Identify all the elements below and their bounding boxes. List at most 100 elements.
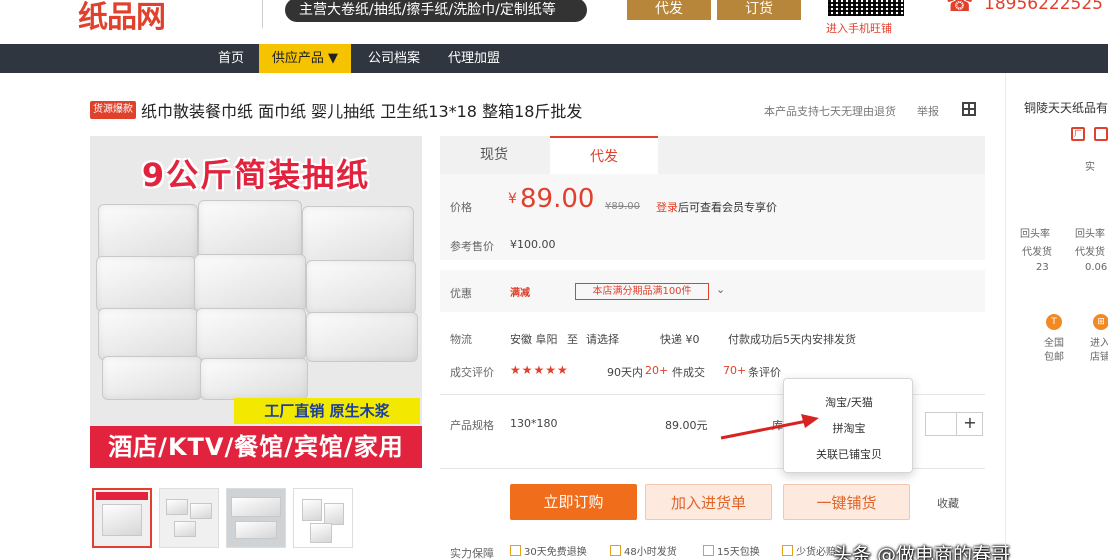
- original-price: ¥89.00: [605, 201, 640, 212]
- add-to-cart-button[interactable]: 加入进货单: [645, 484, 772, 520]
- nav-item-products[interactable]: 供应产品 ▼: [259, 44, 351, 73]
- thumbnail-pack: [174, 521, 196, 537]
- spec-size[interactable]: 130*180: [510, 417, 558, 430]
- promo-label: 优惠: [450, 287, 472, 300]
- enter-store-sub: 店铺: [1090, 352, 1108, 363]
- tissue-pack: [96, 256, 196, 312]
- tissue-pack: [302, 206, 414, 266]
- tissue-pack: [200, 358, 308, 400]
- one-click-distribute-button[interactable]: 一键铺货: [783, 484, 910, 520]
- menu-item-taobao-tmall[interactable]: 淘宝/天猫: [784, 394, 914, 410]
- phone-number: 18956222525: [984, 0, 1103, 14]
- stat-sub: 代发货: [1075, 247, 1105, 258]
- sold-count: 20+: [645, 364, 669, 377]
- product-title: 纸巾散装餐巾纸 面巾纸 婴儿抽纸 卫生纸13*18 整箱18斤批发: [141, 102, 583, 121]
- ship-to-select[interactable]: 请选择: [586, 331, 619, 347]
- chevron-down-icon[interactable]: ⌄: [716, 283, 725, 296]
- store-logo[interactable]: 纸品网: [78, 0, 166, 36]
- tab-dropship[interactable]: 代发: [550, 136, 658, 174]
- thumbnail[interactable]: [92, 488, 152, 548]
- grid-icon[interactable]: [962, 102, 976, 116]
- shipping-label: 物流: [450, 333, 472, 346]
- sold-unit: 件成交: [672, 366, 705, 379]
- vip-price-text: 后可查看会员专享价: [678, 201, 777, 214]
- price-value: 89.00: [520, 184, 595, 214]
- verified-label: 实: [1085, 162, 1095, 173]
- thumbnail-pack: [324, 503, 344, 525]
- spec-unit-price: 89.00元: [665, 419, 708, 432]
- price-label: 价格: [450, 201, 472, 214]
- thumbnail-pack: [302, 499, 322, 521]
- dropship-header-button[interactable]: 代发: [627, 0, 711, 20]
- reference-price-value: ¥100.00: [510, 238, 556, 251]
- review-unit: 条评价: [748, 366, 781, 379]
- reviews-label: 成交评价: [450, 366, 494, 379]
- thumbnail[interactable]: [293, 488, 353, 548]
- free-shipping-icon: T: [1046, 314, 1062, 330]
- stat-sub: 代发货: [1022, 247, 1052, 258]
- hot-badge: 货源爆款: [90, 101, 136, 119]
- service-label: 全国: [1044, 338, 1064, 349]
- guarantee-icon: [703, 545, 714, 556]
- spec-label: 产品规格: [450, 419, 494, 432]
- thumbnail-pack: [166, 499, 188, 515]
- thumbnail-pack: [102, 504, 142, 536]
- quantity-plus-button[interactable]: +: [956, 412, 983, 436]
- tissue-pack: [306, 312, 418, 362]
- watermark: 头条 @做电商的春哥: [833, 544, 1011, 560]
- ship-to-label: 至: [567, 333, 578, 346]
- mobile-store-link[interactable]: 进入手机旺铺: [826, 20, 892, 36]
- enter-store-icon[interactable]: ⊞: [1093, 314, 1108, 330]
- menu-item-linked[interactable]: 关联已铺宝贝: [784, 446, 914, 462]
- guarantee-item: 48小时发货: [610, 543, 677, 558]
- thumbnail-banner: [96, 492, 148, 500]
- main-nav: 首页 供应产品 ▼ 公司档案 代理加盟: [0, 44, 1108, 73]
- guarantee-item: 少货必赔: [782, 543, 836, 558]
- thumbnail-pack: [310, 523, 332, 543]
- price-symbol: ¥: [508, 191, 517, 207]
- guarantee-icon: [782, 545, 793, 556]
- tab-stock[interactable]: 现货: [440, 136, 548, 174]
- factory-badge-icon: 厂: [1071, 127, 1085, 141]
- image-banner: 酒店/KTV/餐馆/宾馆/家用: [90, 426, 422, 468]
- nav-item-agency[interactable]: 代理加盟: [438, 44, 510, 73]
- service-label: 包邮: [1044, 352, 1064, 363]
- stat-title: 回头率: [1020, 229, 1050, 240]
- guarantee-icon: [510, 545, 521, 556]
- promo-tag: 满减: [510, 288, 530, 299]
- purchase-mode-tabs: 现货 代发: [440, 136, 985, 174]
- store-name[interactable]: 铜陵天天纸品有: [1024, 99, 1108, 116]
- qr-code-icon[interactable]: [828, 0, 904, 16]
- reference-price-label: 参考售价: [450, 240, 494, 253]
- report-link[interactable]: 举报: [917, 103, 939, 119]
- promo-coupon[interactable]: 本店满分期品满100件: [575, 283, 709, 300]
- tissue-pack: [196, 308, 306, 360]
- reviews-period: 90天内: [607, 366, 643, 379]
- tissue-pack: [198, 200, 302, 260]
- guarantee-icon: [610, 545, 621, 556]
- enter-store-link[interactable]: 进入: [1090, 334, 1108, 349]
- ship-from: 安徽 阜阳: [510, 333, 558, 346]
- annotation-arrow-icon: [720, 414, 819, 440]
- nav-item-company[interactable]: 公司档案: [358, 44, 430, 73]
- header-divider: [262, 0, 263, 28]
- product-main-image[interactable]: 9公斤简装抽纸 工厂直销 原生木浆 酒店/KTV/餐馆/宾馆/家用: [90, 136, 422, 468]
- guarantee-label: 实力保障: [450, 547, 494, 560]
- guarantee-item: 15天包换: [703, 543, 760, 558]
- tissue-pack: [102, 356, 202, 400]
- nav-item-home[interactable]: 首页: [205, 44, 257, 73]
- login-link[interactable]: 登录: [656, 201, 678, 214]
- thumbnail-pack: [231, 497, 281, 517]
- thumbnail[interactable]: [159, 488, 219, 548]
- stat-value: 23: [1036, 262, 1049, 273]
- thumbnail-pack: [190, 503, 212, 519]
- tissue-pack: [98, 308, 198, 360]
- order-header-button[interactable]: 订货: [717, 0, 801, 20]
- tissue-pack: [306, 260, 416, 314]
- review-count[interactable]: 70+: [723, 364, 746, 377]
- phone-icon: ☎: [946, 0, 974, 17]
- favorite-button[interactable]: 收藏: [937, 495, 959, 511]
- buy-now-button[interactable]: 立即订购: [510, 484, 637, 520]
- thumbnail-pack: [235, 521, 277, 539]
- thumbnail[interactable]: [226, 488, 286, 548]
